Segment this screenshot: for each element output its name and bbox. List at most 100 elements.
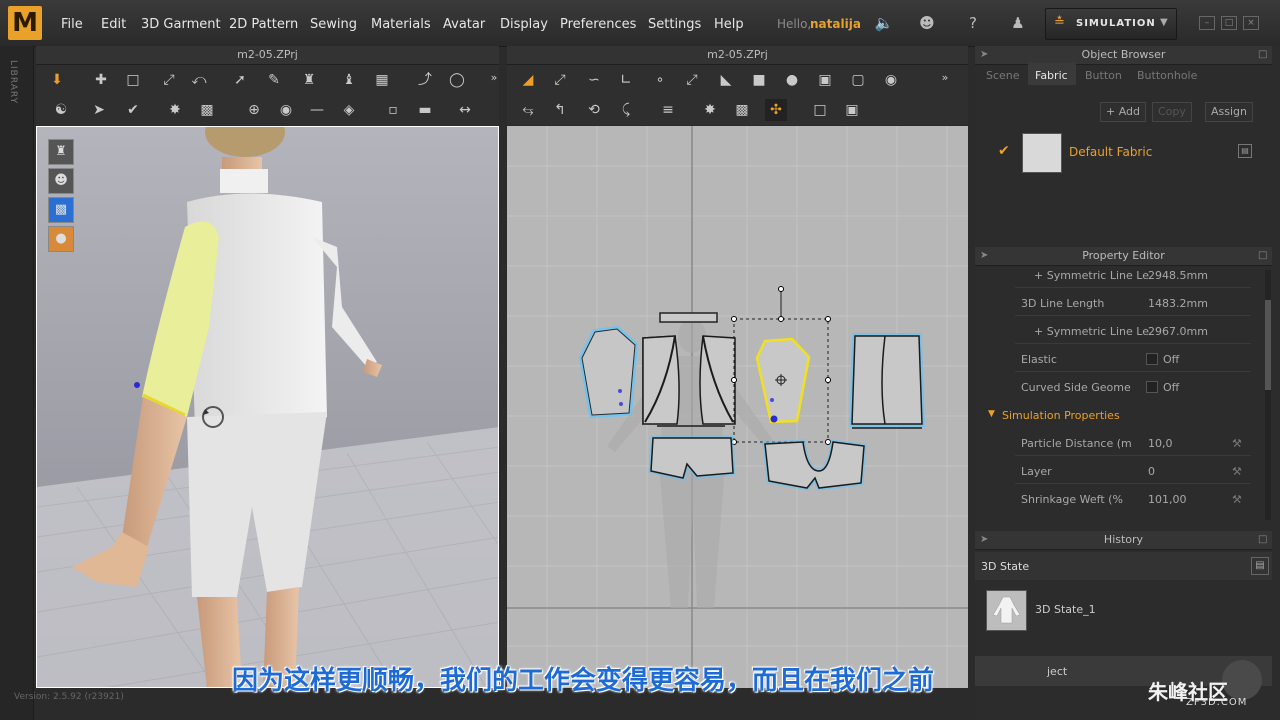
zipper-icon[interactable]: — (306, 99, 328, 121)
section-collapse-icon[interactable]: ▼ (988, 409, 995, 419)
internal-rect-icon[interactable]: ▢ (847, 69, 869, 91)
speaker-icon[interactable]: 🔈 (874, 13, 894, 33)
edit-pattern-icon[interactable]: ◢ (517, 69, 539, 91)
tack-icon[interactable]: ⤺ (188, 69, 210, 91)
library-label[interactable]: LIBRARY (8, 60, 18, 104)
assign-fabric-button[interactable]: Assign (1205, 102, 1253, 122)
property-scrollbar-thumb[interactable] (1265, 300, 1271, 390)
menu-preferences[interactable]: Preferences (560, 17, 636, 32)
history-expand-icon[interactable]: □ (1258, 534, 1267, 545)
copy-fabric-button[interactable]: Copy (1152, 102, 1192, 122)
prop-value-sym-line-2[interactable]: 2967.0mm (1148, 325, 1208, 338)
scroll-circle[interactable] (1222, 660, 1262, 700)
prop-value-shrinkage-weft[interactable]: 101,00 (1148, 493, 1187, 506)
pin-icon[interactable]: ➚ (229, 69, 251, 91)
fold-icon[interactable]: ⤢ (158, 69, 180, 91)
menu-materials[interactable]: Materials (371, 17, 431, 32)
box-select-icon[interactable]: □ (122, 69, 144, 91)
tab-button[interactable]: Button (1085, 69, 1122, 82)
property-expand-icon[interactable]: □ (1258, 250, 1267, 261)
history-pin-icon[interactable]: ➤ (980, 534, 988, 545)
restore-icon[interactable]: □ (1221, 16, 1237, 30)
chevron-down-icon[interactable]: ▼ (1160, 17, 1168, 28)
object-browser-expand-icon[interactable]: □ (1258, 49, 1267, 60)
fix-pin-icon[interactable]: ✸ (164, 99, 186, 121)
menu-avatar[interactable]: Avatar (443, 17, 485, 32)
show-avatar-icon[interactable]: ☻ (48, 168, 74, 194)
segment-sew-icon[interactable]: ✣ (765, 99, 787, 121)
viewport-2d[interactable] (507, 126, 968, 688)
menu-sewing[interactable]: Sewing (310, 17, 357, 32)
tape-icon[interactable]: ◯ (446, 69, 468, 91)
internal-circle-icon[interactable]: ◉ (880, 69, 902, 91)
menu-file[interactable]: File (61, 17, 83, 32)
history-item-label[interactable]: 3D State_1 (1035, 603, 1096, 616)
grid-tool-icon[interactable]: ▩ (196, 99, 218, 121)
select-box-icon[interactable]: ▣ (841, 99, 863, 121)
fabric-swatch[interactable] (1022, 133, 1062, 173)
close-icon[interactable]: × (1243, 16, 1259, 30)
user-name[interactable]: natalija (810, 17, 861, 31)
add-fabric-button[interactable]: + Add (1100, 102, 1147, 122)
menu-help[interactable]: Help (714, 17, 744, 32)
texture-icon[interactable]: ▫ (382, 99, 404, 121)
object-browser-pin-icon[interactable]: ➤ (980, 49, 988, 60)
curved-side-checkbox[interactable] (1146, 381, 1158, 393)
sew-grid-icon[interactable]: ▩ (731, 99, 753, 121)
prop-value-3d-line[interactable]: 1483.2mm (1148, 297, 1208, 310)
menu-2d-pattern[interactable]: 2D Pattern (229, 17, 298, 32)
pants-icon[interactable]: ▦ (371, 69, 393, 91)
strengthen-icon[interactable]: ↔ (454, 99, 476, 121)
show-texture-icon[interactable]: ▩ (48, 197, 74, 223)
check-tool-icon[interactable]: ✔ (122, 99, 144, 121)
viewport-3d[interactable]: ♜ ☻ ▩ ● (36, 126, 499, 688)
minimize-icon[interactable]: – (1199, 16, 1215, 30)
wrench-icon[interactable]: ⚒ (1232, 437, 1242, 450)
garment-icon[interactable]: ♝ (338, 69, 360, 91)
transform-icon[interactable]: ✚ (90, 69, 112, 91)
more-2d-icon[interactable]: » (934, 67, 956, 89)
show-skin-icon[interactable]: ● (48, 226, 74, 252)
select-2d-icon[interactable]: □ (809, 99, 831, 121)
fold-2d-icon[interactable]: ≡ (657, 99, 679, 121)
menu-display[interactable]: Display (500, 17, 548, 32)
button-tool-icon[interactable]: ⊕ (243, 99, 265, 121)
app-logo[interactable]: M (8, 6, 42, 40)
elastic-checkbox[interactable] (1146, 353, 1158, 365)
arrangement-icon[interactable]: ➤ (88, 99, 110, 121)
measure-icon[interactable]: ⤴ (414, 69, 436, 91)
add-point-icon[interactable]: ∘ (649, 69, 671, 91)
notch-icon[interactable]: ⤹ (615, 99, 637, 121)
brush-icon[interactable]: ✎ (263, 69, 285, 91)
menu-3d-garment[interactable]: 3D Garment (141, 17, 221, 32)
more-icon[interactable]: » (483, 67, 505, 89)
simulation-properties-heading[interactable]: Simulation Properties (1002, 409, 1120, 422)
dart-icon[interactable]: ↰ (549, 99, 571, 121)
prop-value-layer[interactable]: 0 (1148, 465, 1155, 478)
topstitch-icon[interactable]: ◈ (338, 99, 360, 121)
curve-point-icon[interactable]: ∟ (615, 69, 637, 91)
show-garment-icon[interactable]: ♜ (48, 139, 74, 165)
tab-scene[interactable]: Scene (986, 69, 1020, 82)
tab-fabric[interactable]: Fabric (1035, 69, 1068, 82)
menu-settings[interactable]: Settings (648, 17, 701, 32)
user-icon[interactable]: ☻ (917, 13, 937, 33)
prop-value-particle-distance[interactable]: 10,0 (1148, 437, 1173, 450)
layer-icon[interactable]: ▬ (414, 99, 436, 121)
transform-pattern-icon[interactable]: ⥃ (517, 99, 539, 121)
edit-curve-icon[interactable]: ∽ (583, 69, 605, 91)
buttonhole-icon[interactable]: ◉ (275, 99, 297, 121)
shirt-icon[interactable]: ♜ (298, 69, 320, 91)
history-thumbnail[interactable] (986, 590, 1027, 631)
avatar-pose-icon[interactable]: ☯ (50, 99, 72, 121)
menu-edit[interactable]: Edit (101, 17, 126, 32)
wrench-icon[interactable]: ⚒ (1232, 493, 1242, 506)
cut-icon[interactable]: ⤢ (681, 69, 703, 91)
simulation-button[interactable]: ≛ SIMULATION ▼ (1045, 8, 1177, 40)
polygon-icon[interactable]: ◣ (715, 69, 737, 91)
fabric-options-icon[interactable]: ▤ (1238, 144, 1252, 158)
wrench-icon[interactable]: ⚒ (1232, 465, 1242, 478)
avatar-settings-icon[interactable]: ♟ (1008, 13, 1028, 33)
rectangle-icon[interactable]: ■ (748, 69, 770, 91)
library-strip[interactable] (0, 46, 34, 720)
